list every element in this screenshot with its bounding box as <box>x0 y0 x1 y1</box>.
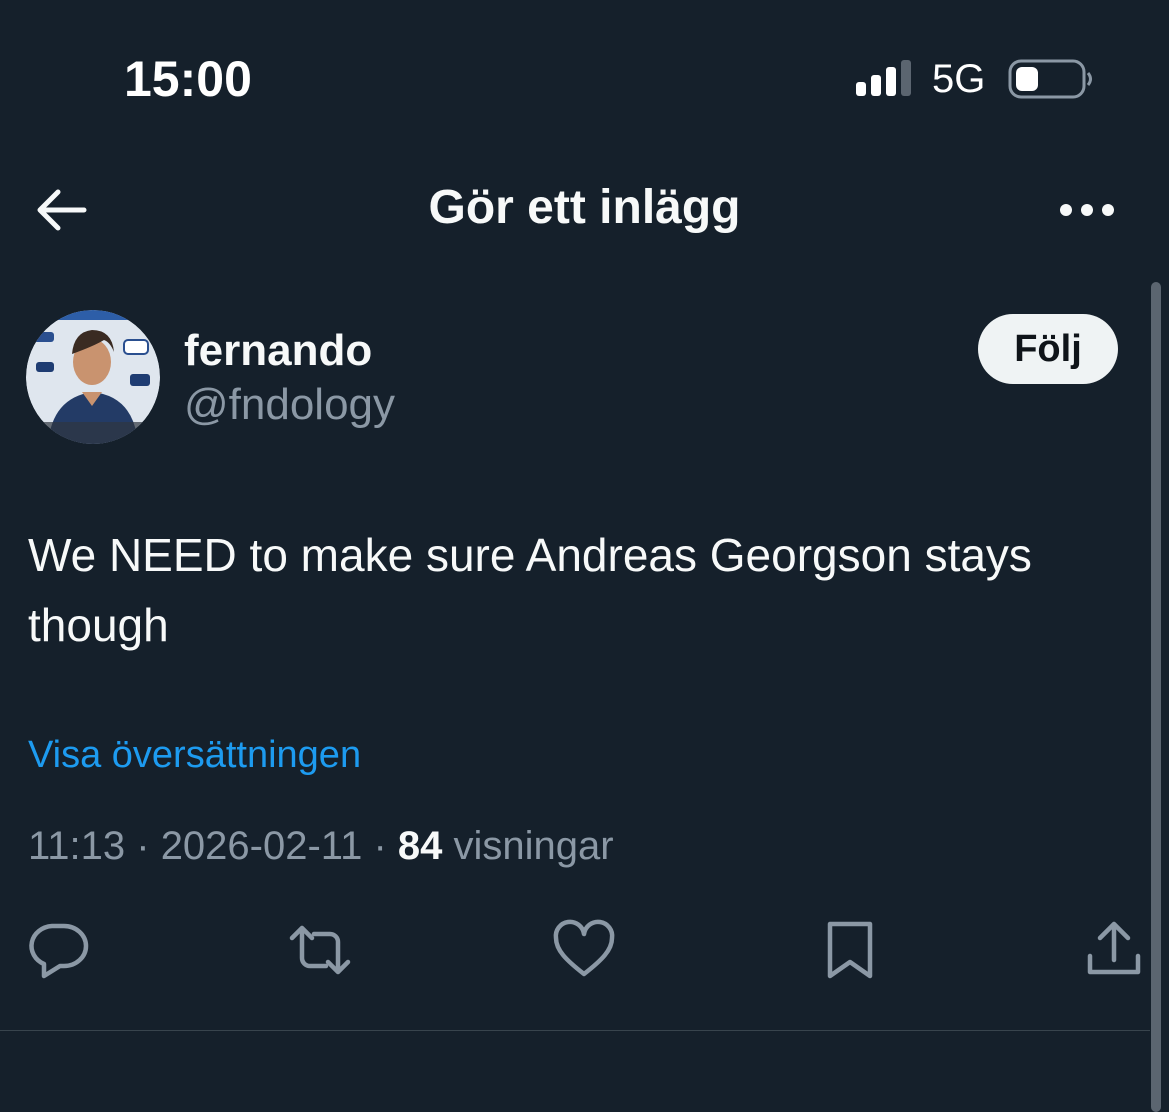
author-name[interactable]: fernando <box>184 326 372 376</box>
meta-separator: · <box>362 824 398 868</box>
views-label[interactable]: visningar <box>442 824 613 868</box>
status-bar: 15:00 5G <box>0 0 1169 150</box>
author-handle[interactable]: @fndology <box>184 380 395 430</box>
bookmark-icon[interactable] <box>818 918 882 982</box>
post-time[interactable]: 11:13 <box>28 824 125 868</box>
post-actions <box>0 918 1169 982</box>
show-translation-link[interactable]: Visa översättningen <box>28 734 361 777</box>
share-icon[interactable] <box>1082 918 1146 982</box>
page-title: Gör ett inlägg <box>428 181 741 234</box>
divider <box>0 1030 1150 1031</box>
more-horizontal-icon[interactable] <box>1052 190 1122 230</box>
repost-icon[interactable] <box>288 918 352 982</box>
meta-separator: · <box>125 824 161 868</box>
post-date[interactable]: 2026-02-11 <box>161 824 363 868</box>
status-time: 15:00 <box>124 51 252 107</box>
like-icon[interactable] <box>552 918 616 982</box>
battery-icon <box>1008 59 1092 99</box>
signal-icon <box>856 60 911 96</box>
follow-button[interactable]: Följ <box>978 314 1118 384</box>
page-header: Gör ett inlägg <box>0 160 1169 260</box>
views-count[interactable]: 84 <box>398 824 443 868</box>
post-author: fernando @fndology Följ <box>0 308 1169 448</box>
post-text: We NEED to make sure Andreas Georgson st… <box>28 529 1032 651</box>
reply-icon[interactable] <box>26 918 90 982</box>
profile-photo[interactable] <box>26 310 160 444</box>
network-type: 5G <box>932 57 986 101</box>
post-meta: 11:13 · 2026-02-11 · 84 visningar <box>28 824 614 869</box>
